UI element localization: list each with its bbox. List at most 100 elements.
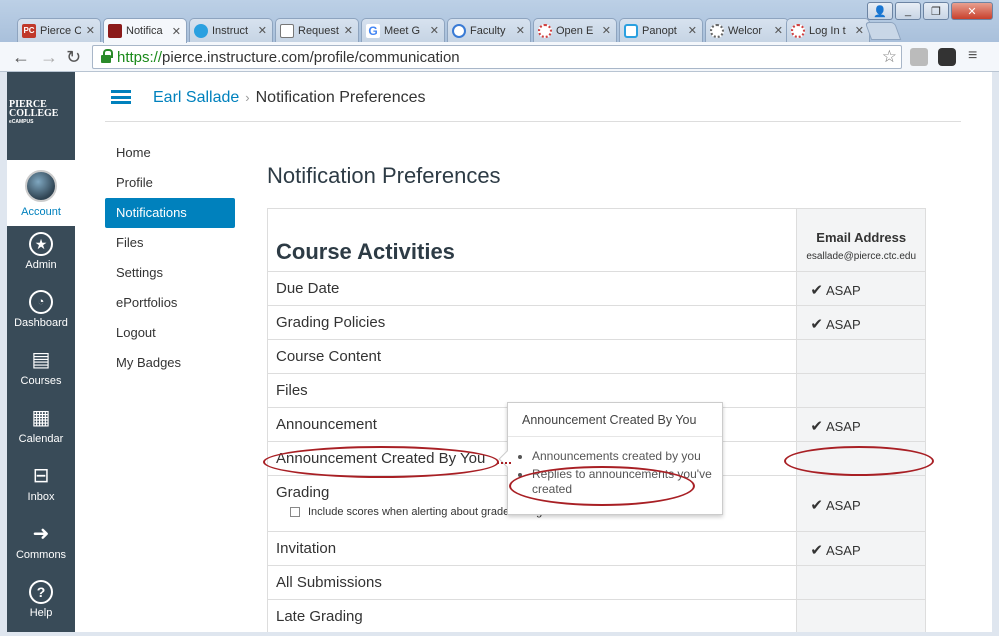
check-icon: ✔: [810, 282, 823, 299]
canvas-page: PIERCE COLLEGE eCAMPUS Account ★ Admin ◔…: [7, 72, 992, 632]
global-nav-calendar[interactable]: ▦ Calendar: [7, 400, 75, 458]
reload-icon[interactable]: ↻: [66, 47, 81, 67]
frequency-cell[interactable]: [796, 600, 925, 632]
category-label: Course Content: [276, 348, 382, 365]
popover-list-item: Replies to announcements you've created: [532, 467, 722, 497]
tab-label: Welcor: [728, 24, 763, 37]
browser-tab[interactable]: PC Pierce C ✕: [17, 18, 101, 42]
table-row: Course Content: [268, 339, 925, 373]
frequency-cell[interactable]: [796, 566, 925, 599]
table-row: Late Grading: [268, 599, 925, 632]
tab-close-icon[interactable]: ✕: [81, 24, 100, 37]
inbox-icon: ⊟: [32, 465, 50, 487]
nav-item-settings[interactable]: Settings: [105, 258, 235, 288]
nav-item-my-badges[interactable]: My Badges: [105, 348, 235, 378]
global-nav-inbox[interactable]: ⊟ Inbox: [7, 458, 75, 516]
tab-close-icon[interactable]: ✕: [597, 24, 616, 37]
tab-close-icon[interactable]: ✕: [683, 24, 702, 37]
table-header-row: Course Activities Email Address esallade…: [268, 209, 925, 271]
forward-arrow-icon[interactable]: →: [40, 47, 58, 67]
category-description-popover: Announcement Created By You Announcement…: [498, 402, 723, 515]
help-icon: ?: [29, 580, 53, 604]
minimize-button[interactable]: _: [895, 2, 921, 20]
nav-item-profile[interactable]: Profile: [105, 168, 235, 198]
browser-tab[interactable]: Open E ✕: [533, 18, 617, 42]
tab-close-icon[interactable]: ✕: [253, 24, 272, 37]
browser-tab[interactable]: Welcor ✕: [705, 18, 789, 42]
column-title: Email Address: [816, 230, 907, 245]
frequency-cell[interactable]: ✔ ASAP: [796, 476, 925, 531]
global-nav-commons[interactable]: ➜ Commons: [7, 516, 75, 574]
menu-icon[interactable]: ≡: [968, 46, 977, 66]
tab-label: Request: [298, 24, 339, 37]
nav-item-logout[interactable]: Logout: [105, 318, 235, 348]
browser-tab-active[interactable]: Notifica ✕: [103, 18, 187, 43]
frequency-cell[interactable]: ✔ ASAP: [796, 272, 925, 305]
address-bar[interactable]: https:// pierce.instructure.com/profile/…: [92, 45, 902, 69]
gauge-icon: ◔: [29, 290, 53, 314]
browser-tab[interactable]: Panopt ✕: [619, 18, 703, 42]
tab-label: Pierce C: [40, 24, 81, 37]
global-nav-dashboard[interactable]: ◔ Dashboard: [7, 284, 75, 342]
extension-icon[interactable]: [910, 48, 928, 66]
share-icon: ➜: [32, 523, 50, 545]
frequency-cell[interactable]: [796, 340, 925, 373]
new-tab-button[interactable]: [864, 22, 902, 40]
maximize-button[interactable]: ❐: [923, 2, 949, 20]
tab-favicon-icon: [194, 23, 208, 38]
hamburger-menu-icon[interactable]: [111, 90, 131, 104]
nav-item-eportfolios[interactable]: ePortfolios: [105, 288, 235, 318]
browser-tab[interactable]: G Meet G ✕: [361, 18, 445, 42]
bookmark-star-icon[interactable]: ☆: [882, 47, 897, 67]
global-nav-help[interactable]: ? Help: [7, 574, 75, 632]
calendar-icon: ▦: [31, 407, 51, 429]
global-nav-account[interactable]: Account: [7, 160, 75, 226]
browser-tab[interactable]: Request ✕: [275, 18, 359, 42]
include-scores-checkbox[interactable]: [290, 507, 300, 517]
frequency-cell[interactable]: ✔ ASAP: [796, 532, 925, 565]
check-icon: ✔: [810, 418, 823, 435]
frequency-value: ASAP: [825, 317, 861, 332]
tab-loading-icon: [710, 23, 724, 38]
nav-item-files[interactable]: Files: [105, 228, 235, 258]
shield-star-icon: ★: [29, 232, 53, 256]
browser-tab[interactable]: Log In t ✕: [786, 18, 870, 42]
tab-close-icon[interactable]: ✕: [425, 24, 444, 37]
global-nav-admin[interactable]: ★ Admin: [7, 226, 75, 284]
nav-item-home[interactable]: Home: [105, 146, 235, 168]
back-arrow-icon[interactable]: ←: [12, 47, 30, 67]
frequency-cell[interactable]: [796, 442, 925, 475]
window-controls: 👤 _ ❐ ✕: [867, 2, 993, 20]
frequency-cell[interactable]: ✔ ASAP: [796, 306, 925, 339]
tab-close-icon[interactable]: ✕: [511, 24, 530, 37]
lock-icon: [101, 49, 113, 63]
frequency-value: ASAP: [825, 498, 861, 513]
tab-loading-icon: [538, 23, 552, 38]
tab-favicon-icon: G: [366, 23, 380, 38]
frequency-cell[interactable]: [796, 374, 925, 407]
tab-close-icon[interactable]: ✕: [167, 25, 186, 38]
user-profile-icon[interactable]: 👤: [867, 2, 893, 20]
breadcrumb-user-link[interactable]: Earl Sallade: [153, 89, 239, 106]
tab-favicon-icon: PC: [22, 23, 36, 38]
category-label: Grading Policies: [276, 314, 386, 331]
tab-label: Meet G: [384, 24, 421, 37]
extension-icon[interactable]: [938, 48, 956, 66]
tab-close-icon[interactable]: ✕: [339, 24, 358, 37]
nav-item-notifications[interactable]: Notifications: [105, 198, 235, 228]
tab-favicon-icon: [108, 24, 122, 38]
table-row: All Submissions: [268, 565, 925, 599]
global-nav-courses[interactable]: ▤ Courses: [7, 342, 75, 400]
pierce-college-logo[interactable]: PIERCE COLLEGE eCAMPUS: [7, 72, 75, 160]
email-column-header: Email Address esallade@pierce.ctc.edu: [796, 209, 925, 271]
browser-tab[interactable]: Instruct ✕: [189, 18, 273, 42]
close-window-button[interactable]: ✕: [951, 2, 993, 20]
popover-title: Announcement Created By You: [508, 403, 722, 437]
frequency-cell[interactable]: ✔ ASAP: [796, 408, 925, 441]
global-navigation: PIERCE COLLEGE eCAMPUS Account ★ Admin ◔…: [7, 72, 75, 632]
browser-tab[interactable]: Faculty ✕: [447, 18, 531, 42]
section-title: Course Activities: [276, 239, 455, 264]
check-icon: ✔: [810, 497, 823, 514]
category-label: All Submissions: [276, 574, 382, 591]
breadcrumb: Earl Sallade › Notification Preferences: [153, 89, 425, 107]
